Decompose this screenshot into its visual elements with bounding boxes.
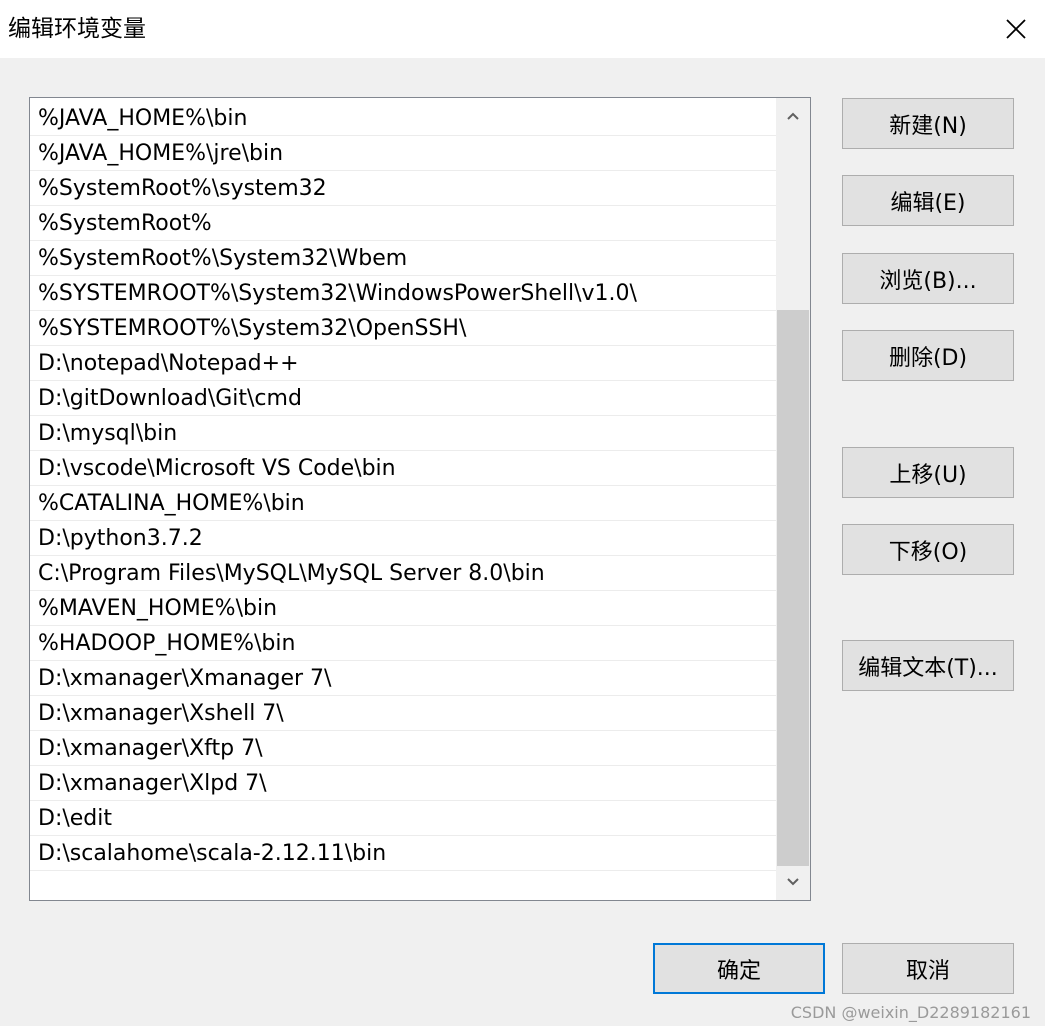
new-button[interactable]: 新建(N): [842, 98, 1014, 149]
ok-button[interactable]: 确定: [653, 943, 825, 994]
scroll-up-button[interactable]: [776, 98, 810, 134]
path-list-item[interactable]: D:\xmanager\Xlpd 7\: [30, 766, 777, 801]
close-button[interactable]: [987, 0, 1045, 58]
path-list-item[interactable]: D:\python3.7.2: [30, 521, 777, 556]
close-icon: [1006, 19, 1026, 39]
path-list-item[interactable]: %SYSTEMROOT%\System32\WindowsPowerShell\…: [30, 276, 777, 311]
path-list-item[interactable]: D:\notepad\Notepad++: [30, 346, 777, 381]
path-list-item[interactable]: %SYSTEMROOT%\System32\OpenSSH\: [30, 311, 777, 346]
vertical-scrollbar[interactable]: [776, 98, 810, 900]
path-list-item[interactable]: %JAVA_HOME%\bin: [30, 101, 777, 136]
path-list[interactable]: %JAVA_HOME%\bin %JAVA_HOME%\jre\bin %Syste…: [29, 97, 811, 901]
scroll-thumb[interactable]: [777, 310, 809, 866]
path-list-item[interactable]: D:\edit: [30, 801, 777, 836]
path-list-item[interactable]: %SystemRoot%\system32: [30, 171, 777, 206]
path-list-item[interactable]: C:\Program Files\MySQL\MySQL Server 8.0\…: [30, 556, 777, 591]
edit-button[interactable]: 编辑(E): [842, 175, 1014, 226]
path-list-item[interactable]: %HADOOP_HOME%\bin: [30, 626, 777, 661]
move-down-button[interactable]: 下移(O): [842, 524, 1014, 575]
path-list-empty-row[interactable]: [30, 871, 777, 900]
title-bar: 编辑环境变量: [0, 0, 1045, 58]
path-list-item[interactable]: %MAVEN_HOME%\bin: [30, 591, 777, 626]
cancel-button[interactable]: 取消: [842, 943, 1014, 994]
path-list-item[interactable]: D:\xmanager\Xshell 7\: [30, 696, 777, 731]
edit-text-button[interactable]: 编辑文本(T)...: [842, 640, 1014, 691]
path-list-item[interactable]: D:\gitDownload\Git\cmd: [30, 381, 777, 416]
path-rows: %JAVA_HOME%\bin %JAVA_HOME%\jre\bin %Syste…: [30, 101, 777, 900]
path-list-item[interactable]: D:\xmanager\Xmanager 7\: [30, 661, 777, 696]
window-title: 编辑环境变量: [8, 16, 146, 42]
scroll-down-button[interactable]: [776, 864, 810, 900]
path-list-item[interactable]: D:\xmanager\Xftp 7\: [30, 731, 777, 766]
path-list-item[interactable]: %SystemRoot%: [30, 206, 777, 241]
chevron-down-icon: [787, 878, 799, 886]
watermark: CSDN @weixin_D2289182161: [790, 1003, 1031, 1022]
chevron-up-icon: [787, 112, 799, 120]
delete-button[interactable]: 删除(D): [842, 330, 1014, 381]
path-list-item[interactable]: %JAVA_HOME%\jre\bin: [30, 136, 777, 171]
path-list-item[interactable]: D:\mysql\bin: [30, 416, 777, 451]
path-list-item[interactable]: %CATALINA_HOME%\bin: [30, 486, 777, 521]
path-list-item[interactable]: %SystemRoot%\System32\Wbem: [30, 241, 777, 276]
path-list-item[interactable]: D:\scalahome\scala-2.12.11\bin: [30, 836, 777, 871]
path-list-item[interactable]: D:\vscode\Microsoft VS Code\bin: [30, 451, 777, 486]
browse-button[interactable]: 浏览(B)...: [842, 253, 1014, 304]
move-up-button[interactable]: 上移(U): [842, 447, 1014, 498]
